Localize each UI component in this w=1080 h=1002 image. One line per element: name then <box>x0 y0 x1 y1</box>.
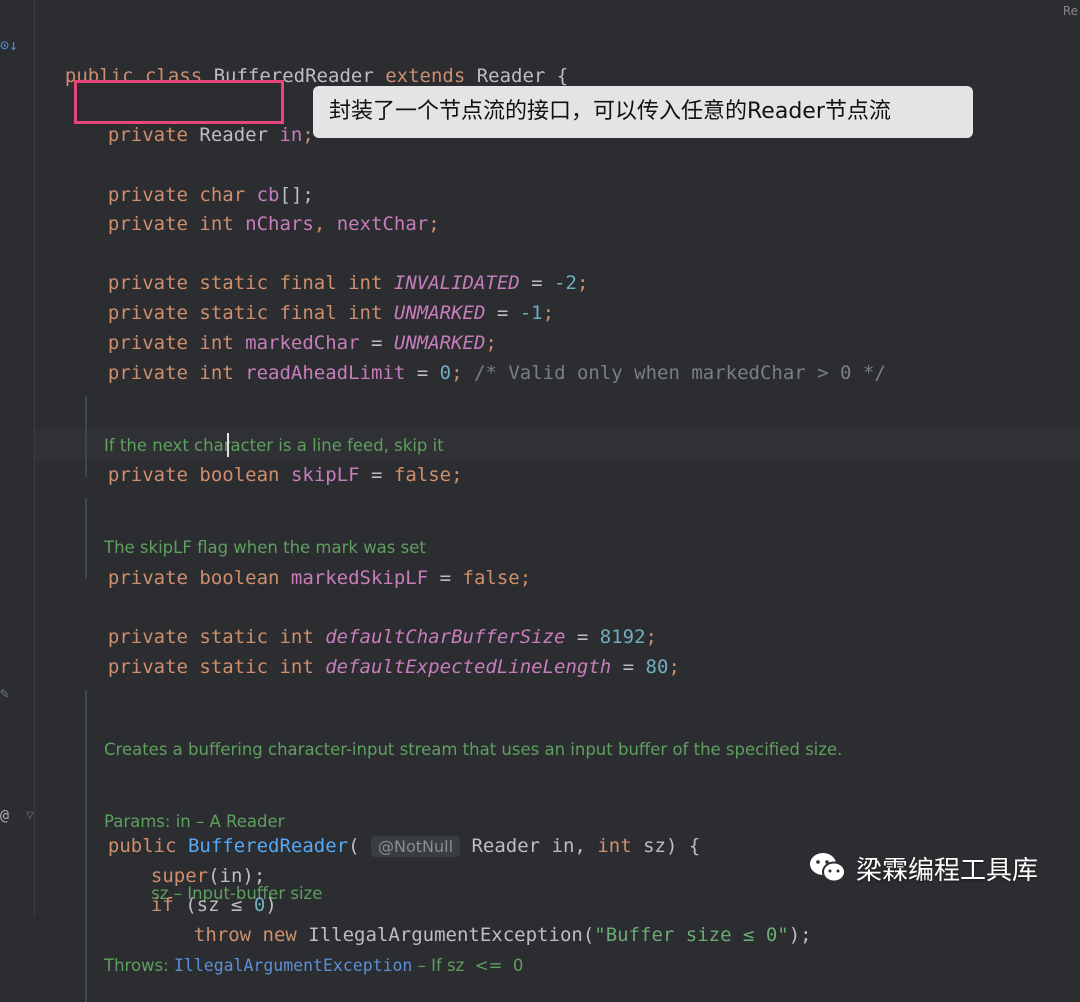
keyword: private <box>107 464 200 486</box>
block-comment: /* Valid only when markedChar > 0 */ <box>474 362 886 384</box>
punctuation: ); <box>788 924 812 946</box>
code-line-markedchar[interactable]: private int markedChar = UNMARKED; <box>85 298 497 354</box>
code-line-skiplf[interactable]: private boolean skipLF = false; <box>85 430 463 486</box>
keyword: extends <box>385 65 477 87</box>
number-literal: -2 <box>554 272 577 294</box>
code-line-constructor[interactable]: public BufferedReader( @NotNull Reader i… <box>85 801 700 857</box>
parameter: Reader in, <box>460 835 598 857</box>
code-line-readaheadlimit[interactable]: private int readAheadLimit = 0; /* Valid… <box>85 328 886 384</box>
override-indicator-icon[interactable]: ⊙↓ <box>0 36 18 54</box>
notnull-annotation-chip: @NotNull <box>371 836 461 857</box>
bookmark-icon[interactable]: ▽ <box>26 808 34 823</box>
keyword: int <box>199 362 246 384</box>
code-line-super-call[interactable]: super(in); <box>128 831 265 887</box>
code-line-defaultexpectedlinelength[interactable]: private static int defaultExpectedLineLe… <box>85 622 680 678</box>
keyword: private <box>107 124 200 146</box>
annotation-tooltip: 封装了一个节点流的接口，可以传入任意的Reader节点流 <box>313 86 973 138</box>
number-literal: 0 <box>439 362 452 384</box>
wechat-icon <box>810 853 846 883</box>
field-name: readAheadLimit <box>245 362 406 384</box>
keyword: private <box>107 362 200 384</box>
code-line-if-check[interactable]: if (sz ≤ 0) <box>128 860 277 916</box>
text-caret <box>227 433 229 457</box>
keyword: private <box>107 213 200 235</box>
doc-comment-text: Creates a buffering character-input stre… <box>104 740 843 759</box>
keyword: private static int <box>107 656 326 678</box>
keyword: int <box>199 213 246 235</box>
code-line-cb-field[interactable]: private char cb[]; <box>85 150 314 206</box>
at-annotation-icon[interactable]: @ <box>0 806 9 824</box>
keyword: false <box>462 567 520 589</box>
highlight-box <box>74 80 284 124</box>
keyword: throw new <box>193 924 309 946</box>
field-name: markedSkipLF <box>290 567 429 589</box>
code-line-invalidated[interactable]: private static final int INVALIDATED = -… <box>85 238 589 294</box>
identifier: Reader { <box>476 65 569 87</box>
punctuation: ( <box>348 835 372 857</box>
punctuation: ; <box>668 656 680 678</box>
editor-gutter: ⊙↓ ✎ @ ▽ <box>0 0 35 916</box>
constant-name: defaultExpectedLineLength <box>325 656 612 678</box>
string-literal: "Buffer size ≤ 0" <box>594 924 789 946</box>
operator: = <box>405 362 440 384</box>
keyword: boolean <box>199 567 291 589</box>
punctuation: ; <box>451 362 474 384</box>
doc-throws-label: Throws: <box>104 956 174 975</box>
operator: = <box>359 464 394 486</box>
exception-class: IllegalArgumentException( <box>308 924 595 946</box>
watermark-text: 梁霖编程工具库 <box>856 855 1039 886</box>
code-line-nchars-field[interactable]: private int nChars, nextChar; <box>85 179 440 235</box>
punctuation: ; <box>519 567 532 589</box>
doc-exception-link[interactable]: IllegalArgumentException <box>174 956 412 975</box>
punctuation: ; <box>428 213 440 235</box>
code-line-defaultcharbuffersize[interactable]: private static int defaultCharBufferSize… <box>85 592 657 648</box>
corner-label: Re <box>1062 4 1078 18</box>
punctuation: ; <box>576 272 589 294</box>
field-name: nextChar <box>336 213 429 235</box>
field-name: in <box>279 124 303 146</box>
number-literal: -1 <box>519 302 543 324</box>
code-line-markedskiplf[interactable]: private boolean markedSkipLF = false; <box>85 533 531 589</box>
keyword: private <box>107 567 200 589</box>
keyword: an <box>256 464 291 486</box>
keyword: false <box>393 464 452 486</box>
field-name: skipLF <box>290 464 360 486</box>
operator: = <box>611 656 646 678</box>
keyword: boole <box>199 464 257 486</box>
number-literal: 80 <box>645 656 669 678</box>
keyword: int <box>597 835 644 857</box>
parameter: sz) { <box>643 835 701 857</box>
type-name: Reader <box>199 124 280 146</box>
punctuation: ; <box>542 302 555 324</box>
watermark: 梁霖编程工具库 <box>808 848 1038 888</box>
punctuation: , <box>313 213 337 235</box>
doc-throws-line: Throws: IllegalArgumentException – If sz… <box>104 954 842 978</box>
edit-icon[interactable]: ✎ <box>0 684 9 702</box>
code-line-unmarked[interactable]: private static final int UNMARKED = -1; <box>85 268 554 324</box>
operator: = <box>428 567 463 589</box>
code-line-class-declaration[interactable]: public class BufferedReader extends Read… <box>42 31 568 87</box>
punctuation: ; <box>451 464 463 486</box>
doc-throws-text: – If sz <= 0 <box>412 956 524 975</box>
field-name: nChars <box>245 213 314 235</box>
